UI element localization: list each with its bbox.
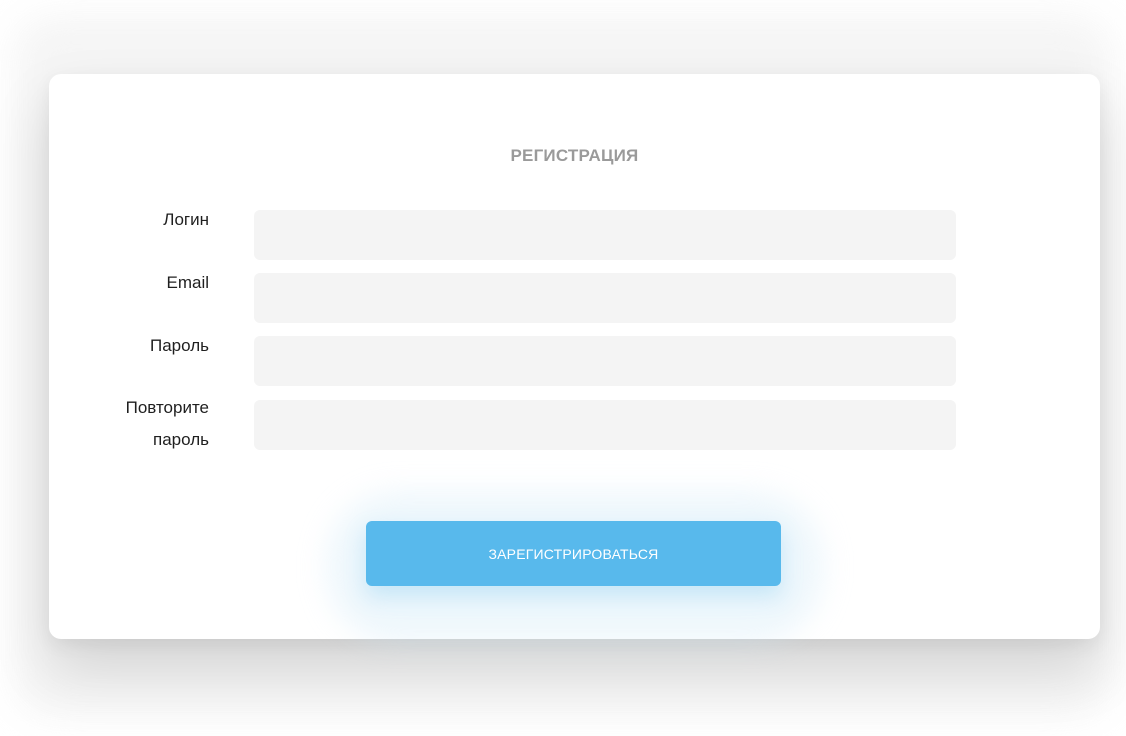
registration-card: РЕГИСТРАЦИЯ Логин Email Пароль Повторите… (49, 74, 1100, 642)
repeat-password-label-line2: пароль (153, 430, 209, 449)
repeat-password-input[interactable] (254, 400, 956, 450)
login-label: Логин (163, 210, 209, 229)
page: РЕГИСТРАЦИЯ Логин Email Пароль Повторите… (0, 0, 1126, 736)
register-button[interactable]: ЗАРЕГИСТРИРОВАТЬСЯ (366, 521, 781, 586)
password-label: Пароль (150, 336, 209, 355)
email-input[interactable] (254, 273, 956, 323)
form-title: РЕГИСТРАЦИЯ (510, 146, 639, 165)
login-input[interactable] (254, 210, 956, 260)
password-input[interactable] (254, 336, 956, 386)
repeat-password-label-line1: Повторите (125, 398, 209, 417)
email-label: Email (166, 273, 209, 292)
